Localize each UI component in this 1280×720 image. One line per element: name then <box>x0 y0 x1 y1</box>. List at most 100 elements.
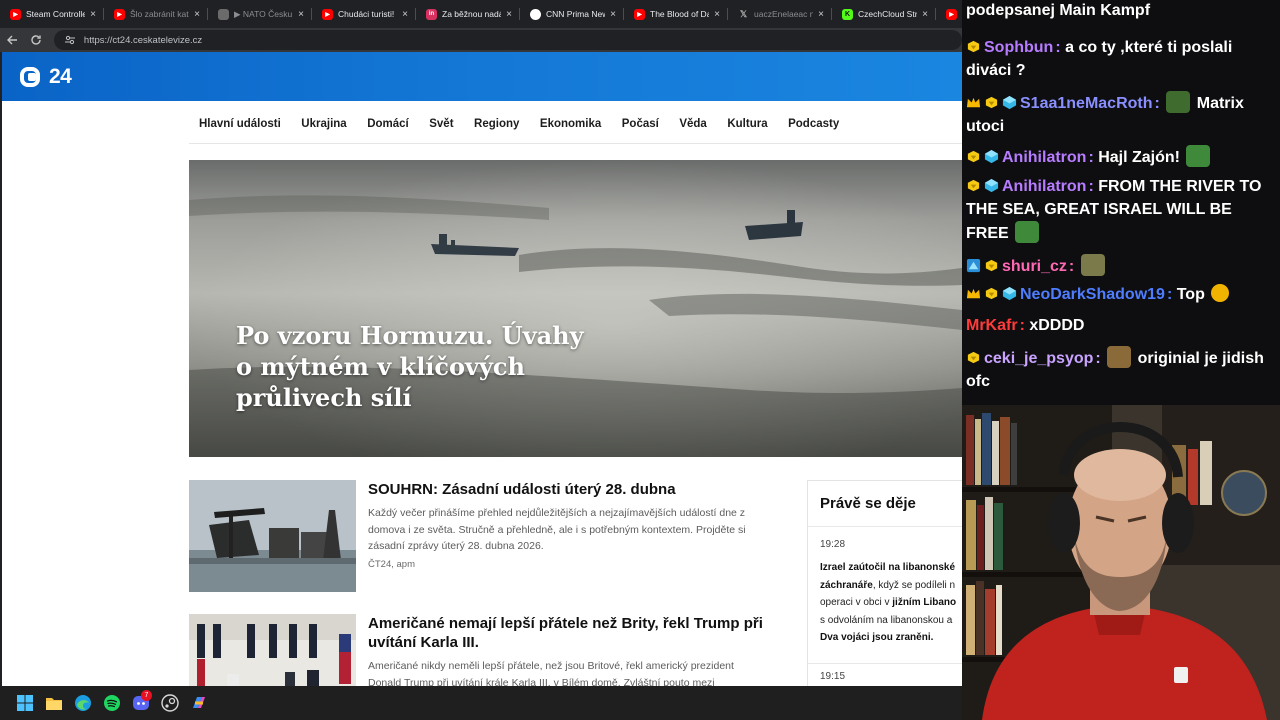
tab-close-icon[interactable]: × <box>88 9 98 20</box>
browser-tab[interactable]: ▶ Šlo zabránit katas× <box>104 0 208 28</box>
steam-icon[interactable] <box>155 686 184 720</box>
menu-item-ekonomika[interactable]: Ekonomika <box>540 118 601 130</box>
browser-tab[interactable]: K CzechCloud Strea× <box>832 0 936 28</box>
article-card[interactable]: Američané nemají lepší přátele než Brity… <box>189 614 789 686</box>
chat-message: NeoDarkShadow19: Top <box>966 284 1276 307</box>
article-card[interactable]: SOUHRN: Zásadní události úterý 28. dubna… <box>189 480 789 592</box>
article-perex: Američané nikdy neměli lepší přátele, ne… <box>368 660 734 686</box>
menu-item-svet[interactable]: Svět <box>429 118 453 130</box>
reload-button[interactable] <box>24 28 48 52</box>
cube-badge-icon <box>1002 286 1017 301</box>
chat-username[interactable]: shuri_cz <box>1002 258 1067 275</box>
menu-item-domaci[interactable]: Domácí <box>367 118 409 130</box>
browser-tab[interactable]: ▶ The Blood of Daw× <box>624 0 728 28</box>
yt-favicon-icon: ▶ <box>10 8 21 20</box>
url-text: https://ct24.ceskatelevize.cz <box>83 34 203 46</box>
menu-item-regiony[interactable]: Regiony <box>474 118 519 130</box>
address-bar[interactable]: https://ct24.ceskatelevize.cz <box>53 30 962 50</box>
chat-message-text: Top <box>1176 286 1205 303</box>
yt-favicon-icon: ▶ <box>322 8 333 20</box>
site-info-icon[interactable] <box>64 34 76 46</box>
blue-badge-icon <box>966 258 981 273</box>
live-feed-panel: Právě se děje 19:28 Izrael zaútočil na l… <box>807 480 962 686</box>
menu-item-veda[interactable]: Věda <box>679 118 707 130</box>
chat-username[interactable]: Anihilatron <box>1002 178 1086 195</box>
menu-item-pocasi[interactable]: Počasí <box>622 118 659 130</box>
crown-badge-icon <box>966 288 981 299</box>
img-favicon-icon <box>218 8 229 20</box>
edge-browser-icon[interactable] <box>68 686 97 720</box>
browser-tab[interactable]: ▶ Chudáci turisti! Sk× <box>312 0 416 28</box>
chat-username[interactable]: NeoDarkShadow19 <box>1020 286 1165 303</box>
article-thumbnail[interactable] <box>189 480 356 592</box>
hero-article[interactable]: Po vzoru Hormuzu. Úvahy o mýtném v klíčo… <box>189 160 962 457</box>
pepe-helmet-emote-icon <box>1166 91 1191 113</box>
windows-taskbar: 7 <box>0 686 962 720</box>
gold-badge-icon <box>985 259 998 272</box>
chat-message: Sophbun: a co ty ,které ti poslali divác… <box>966 39 1233 79</box>
live-item-text[interactable]: Izrael zaútočil na libanonské záchranáře… <box>820 559 962 647</box>
chat-message: Anihilatron: FROM THE RIVER TO THE SEA, … <box>966 178 1262 243</box>
chat-username[interactable]: MrKafr <box>966 317 1018 334</box>
tab-close-icon[interactable]: × <box>920 9 930 20</box>
tab-close-icon[interactable]: × <box>816 9 826 20</box>
tab-close-icon[interactable]: × <box>192 9 202 20</box>
browser-tab[interactable]: ▶ NATO Česku ne× <box>208 0 312 28</box>
chat-message: podepsanej Main Kampf <box>966 0 1276 23</box>
browser-tab-strip: ▶Steam Controller:×▶Šlo zabránit katas×▶… <box>0 0 962 28</box>
tab-title: The Blood of Daw <box>650 9 709 19</box>
cnn-favicon-icon <box>530 8 541 20</box>
ct24-logo[interactable]: 24 <box>20 65 72 88</box>
copilot-icon[interactable] <box>184 686 213 720</box>
article-headline[interactable]: Američané nemají lepší přátele než Brity… <box>368 614 768 652</box>
site-header: 24 <box>2 52 962 101</box>
pepe-cap-emote-icon <box>1015 221 1040 243</box>
tab-close-icon[interactable]: × <box>400 9 410 20</box>
chat-username[interactable]: S1aa1neMacRoth <box>1020 95 1153 112</box>
menu-item-podcasty[interactable]: Podcasty <box>788 118 839 130</box>
article-thumbnail[interactable] <box>189 614 356 686</box>
browser-tab[interactable]: in Za běžnou nadávk× <box>416 0 520 28</box>
hero-headline[interactable]: Po vzoru Hormuzu. Úvahy o mýtném v klíčo… <box>236 320 596 413</box>
toad-emote-icon <box>1080 254 1105 276</box>
webcam-feed <box>962 405 1280 720</box>
yt-favicon-icon: ▶ <box>114 8 125 20</box>
article-headline[interactable]: SOUHRN: Zásadní události úterý 28. dubna <box>368 480 768 499</box>
ct-logo-icon <box>20 67 46 87</box>
browser-tab[interactable]: ▶The <box>936 0 962 28</box>
tab-close-icon[interactable]: × <box>712 9 722 20</box>
yt-favicon-icon: ▶ <box>634 8 645 20</box>
discord-icon[interactable]: 7 <box>126 686 155 720</box>
menu-item-ukrajina[interactable]: Ukrajina <box>301 118 346 130</box>
article-perex: Každý večer přinášíme přehled nejdůležit… <box>368 507 746 552</box>
chat-username[interactable]: Anihilatron <box>1002 149 1086 166</box>
gold-badge-icon <box>985 96 998 109</box>
browser-tab[interactable]: ▶ Steam Controller:× <box>0 0 104 28</box>
stream-chat-overlay: podepsanej Main Kampf Sophbun: a co ty ,k… <box>962 0 1280 405</box>
menu-item-hlavni-udalosti[interactable]: Hlavní události <box>199 118 281 130</box>
chat-username[interactable]: Sophbun <box>984 39 1053 56</box>
back-button[interactable] <box>0 28 24 52</box>
chat-username[interactable]: ceki_je_psyop <box>984 350 1093 367</box>
file-explorer-icon[interactable] <box>39 686 68 720</box>
tab-title: ▶ NATO Česku ne <box>234 8 293 19</box>
menu-item-kultura[interactable]: Kultura <box>727 118 767 130</box>
windows-start-icon[interactable] <box>10 686 39 720</box>
tab-title: CzechCloud Strea <box>858 9 917 19</box>
tab-close-icon[interactable]: × <box>296 9 306 20</box>
tab-close-icon[interactable]: × <box>504 9 514 20</box>
divider <box>808 526 962 527</box>
in-favicon-icon: in <box>426 8 437 20</box>
tab-close-icon[interactable]: × <box>608 9 618 20</box>
x-favicon-icon: 𝕏 <box>739 8 748 19</box>
gold-badge-icon <box>967 40 980 53</box>
chat-message: Anihilatron: Hajl Zajón! <box>966 145 1276 170</box>
chat-message: ceki_je_psyop: originial je jidish ofc <box>966 346 1276 393</box>
browser-tab[interactable]: CNN Prima News× <box>520 0 624 28</box>
article-meta: ČT24, apm <box>368 559 415 570</box>
spotify-icon[interactable] <box>97 686 126 720</box>
chat-message-text: xDDDD <box>1029 317 1085 334</box>
pepe-cap-emote-icon <box>1186 145 1211 167</box>
gold-badge-icon <box>967 150 980 163</box>
browser-tab[interactable]: 𝕏uaczEnelaeac na g× <box>728 0 832 28</box>
